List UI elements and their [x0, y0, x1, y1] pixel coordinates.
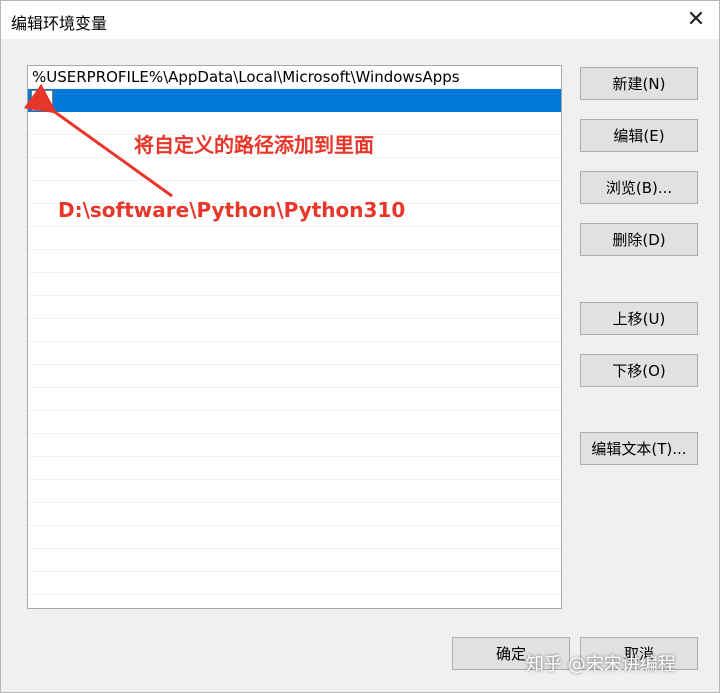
- list-item-selected[interactable]: [28, 89, 561, 112]
- empty-list-row[interactable]: [28, 480, 561, 503]
- empty-list-row[interactable]: [28, 227, 561, 250]
- empty-list-row[interactable]: [28, 296, 561, 319]
- path-entry-text: %USERPROFILE%\AppData\Local\Microsoft\Wi…: [32, 68, 460, 86]
- annotation-path-example: D:\software\Python\Python310: [58, 198, 406, 222]
- browse-button[interactable]: 浏览(B)...: [580, 171, 698, 204]
- move-up-button[interactable]: 上移(U): [580, 302, 698, 335]
- empty-list-row[interactable]: [28, 457, 561, 480]
- delete-button[interactable]: 删除(D): [580, 223, 698, 256]
- annotation-instruction: 将自定义的路径添加到里面: [134, 133, 374, 157]
- close-button[interactable]: ✕: [673, 1, 719, 37]
- list-item[interactable]: %USERPROFILE%\AppData\Local\Microsoft\Wi…: [28, 66, 561, 89]
- empty-list-row[interactable]: [28, 342, 561, 365]
- inline-edit-field[interactable]: [31, 90, 53, 111]
- empty-list-row[interactable]: [28, 158, 561, 181]
- empty-list-row[interactable]: [28, 572, 561, 595]
- empty-list-row[interactable]: [28, 319, 561, 342]
- edit-text-button[interactable]: 编辑文本(T)...: [580, 432, 698, 465]
- empty-list-row[interactable]: [28, 526, 561, 549]
- edit-env-variable-dialog: 编辑环境变量 ✕ %USERPROFILE%\AppData\Local\Mic…: [0, 0, 720, 693]
- close-icon: ✕: [686, 6, 706, 32]
- move-down-button[interactable]: 下移(O): [580, 354, 698, 387]
- empty-list-row[interactable]: [28, 250, 561, 273]
- empty-list-row[interactable]: [28, 365, 561, 388]
- watermark: 知乎 @宋宋讲编程: [526, 654, 676, 675]
- empty-list-row[interactable]: [28, 273, 561, 296]
- empty-list-row[interactable]: [28, 388, 561, 411]
- empty-list-row[interactable]: [28, 503, 561, 526]
- empty-list-row[interactable]: [28, 434, 561, 457]
- empty-list-row[interactable]: [28, 411, 561, 434]
- title-bar: 编辑环境变量 ✕: [1, 1, 719, 39]
- empty-list-row[interactable]: [28, 549, 561, 572]
- dialog-title: 编辑环境变量: [11, 14, 108, 33]
- edit-button[interactable]: 编辑(E): [580, 119, 698, 152]
- new-button[interactable]: 新建(N): [580, 67, 698, 100]
